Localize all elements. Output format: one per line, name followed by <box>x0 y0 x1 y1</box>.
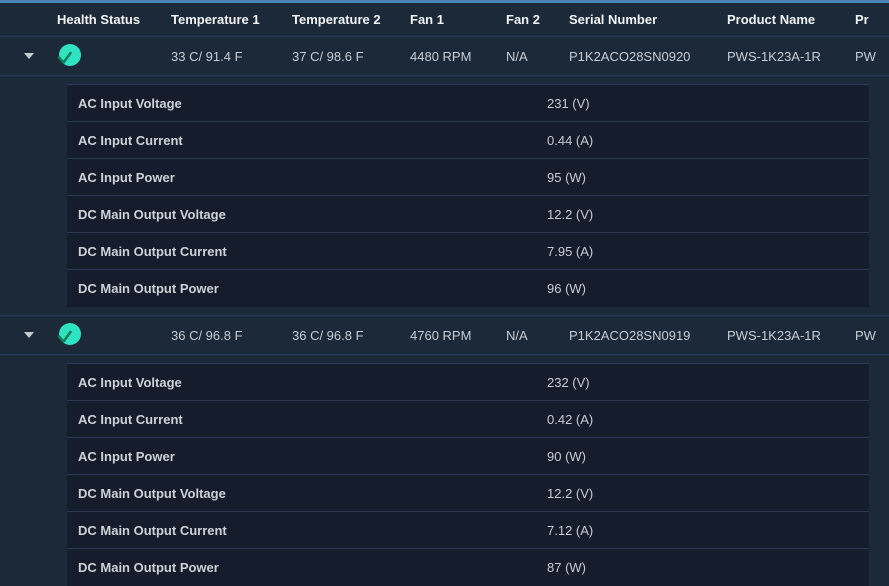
expander-cell <box>0 332 57 338</box>
detail-row-dc-main-output-power: DC Main Output Power 87 (W) <box>67 549 869 586</box>
table-header-row: Health Status Temperature 1 Temperature … <box>0 3 889 36</box>
detail-label: DC Main Output Power <box>78 560 219 575</box>
detail-value: 232 (V) <box>547 375 590 390</box>
detail-value: 231 (V) <box>547 96 590 111</box>
detail-label: AC Input Current <box>78 133 183 148</box>
detail-row-ac-input-current: AC Input Current 0.42 (A) <box>67 401 869 438</box>
detail-value: 0.42 (A) <box>547 412 593 427</box>
health-status-cell <box>57 323 171 347</box>
column-header-product-name: Product Name <box>727 12 855 27</box>
detail-row-ac-input-power: AC Input Power 90 (W) <box>67 438 869 475</box>
detail-row-ac-input-voltage: AC Input Voltage 231 (V) <box>67 85 869 122</box>
detail-label: DC Main Output Current <box>78 523 227 538</box>
collapse-caret-icon[interactable] <box>24 53 34 59</box>
health-ok-icon <box>57 44 81 68</box>
column-header-health-status: Health Status <box>57 12 171 27</box>
temperature-2-cell: 36 C/ 96.8 F <box>292 328 410 343</box>
product-part-cell: PW <box>855 328 889 343</box>
detail-label: DC Main Output Voltage <box>78 486 226 501</box>
psu-1-details-panel: AC Input Voltage 231 (V) AC Input Curren… <box>67 84 869 307</box>
detail-value: 96 (W) <box>547 281 586 296</box>
serial-number-cell: P1K2ACO28SN0920 <box>569 49 727 64</box>
fan-1-cell: 4480 RPM <box>410 49 506 64</box>
detail-value: 90 (W) <box>547 449 586 464</box>
column-header-fan-1: Fan 1 <box>410 12 506 27</box>
fan-2-cell: N/A <box>506 328 569 343</box>
detail-value: 0.44 (A) <box>547 133 593 148</box>
psu-2-details-panel: AC Input Voltage 232 (V) AC Input Curren… <box>67 363 869 586</box>
column-header-fan-2: Fan 2 <box>506 12 569 27</box>
health-status-cell <box>57 44 171 68</box>
temperature-1-cell: 33 C/ 91.4 F <box>171 49 292 64</box>
detail-value: 87 (W) <box>547 560 586 575</box>
health-ok-icon <box>57 323 81 347</box>
detail-label: DC Main Output Voltage <box>78 207 226 222</box>
detail-value: 7.95 (A) <box>547 244 593 259</box>
detail-value: 7.12 (A) <box>547 523 593 538</box>
detail-label: AC Input Current <box>78 412 183 427</box>
detail-row-ac-input-power: AC Input Power 95 (W) <box>67 159 869 196</box>
collapse-caret-icon[interactable] <box>24 332 34 338</box>
detail-row-dc-main-output-voltage: DC Main Output Voltage 12.2 (V) <box>67 196 869 233</box>
detail-row-ac-input-current: AC Input Current 0.44 (A) <box>67 122 869 159</box>
detail-row-dc-main-output-current: DC Main Output Current 7.12 (A) <box>67 512 869 549</box>
detail-label: AC Input Voltage <box>78 96 182 111</box>
column-header-temperature-2: Temperature 2 <box>292 12 410 27</box>
psu-row-1[interactable]: 33 C/ 91.4 F 37 C/ 98.6 F 4480 RPM N/A P… <box>0 36 889 76</box>
expander-cell <box>0 53 57 59</box>
detail-label: DC Main Output Power <box>78 281 219 296</box>
detail-label: AC Input Power <box>78 170 175 185</box>
temperature-1-cell: 36 C/ 96.8 F <box>171 328 292 343</box>
serial-number-cell: P1K2ACO28SN0919 <box>569 328 727 343</box>
psu-row-2[interactable]: 36 C/ 96.8 F 36 C/ 96.8 F 4760 RPM N/A P… <box>0 315 889 355</box>
product-name-cell: PWS-1K23A-1R <box>727 328 855 343</box>
psu-status-table: Health Status Temperature 1 Temperature … <box>0 0 889 586</box>
product-name-cell: PWS-1K23A-1R <box>727 49 855 64</box>
detail-row-ac-input-voltage: AC Input Voltage 232 (V) <box>67 364 869 401</box>
product-part-cell: PW <box>855 49 889 64</box>
detail-row-dc-main-output-voltage: DC Main Output Voltage 12.2 (V) <box>67 475 869 512</box>
fan-2-cell: N/A <box>506 49 569 64</box>
detail-value: 12.2 (V) <box>547 486 593 501</box>
column-header-temperature-1: Temperature 1 <box>171 12 292 27</box>
detail-label: AC Input Power <box>78 449 175 464</box>
detail-row-dc-main-output-current: DC Main Output Current 7.95 (A) <box>67 233 869 270</box>
fan-1-cell: 4760 RPM <box>410 328 506 343</box>
temperature-2-cell: 37 C/ 98.6 F <box>292 49 410 64</box>
detail-row-dc-main-output-power: DC Main Output Power 96 (W) <box>67 270 869 307</box>
column-header-product-part: Pr <box>855 12 889 27</box>
detail-value: 12.2 (V) <box>547 207 593 222</box>
column-header-serial-number: Serial Number <box>569 12 727 27</box>
detail-label: DC Main Output Current <box>78 244 227 259</box>
detail-label: AC Input Voltage <box>78 375 182 390</box>
detail-value: 95 (W) <box>547 170 586 185</box>
